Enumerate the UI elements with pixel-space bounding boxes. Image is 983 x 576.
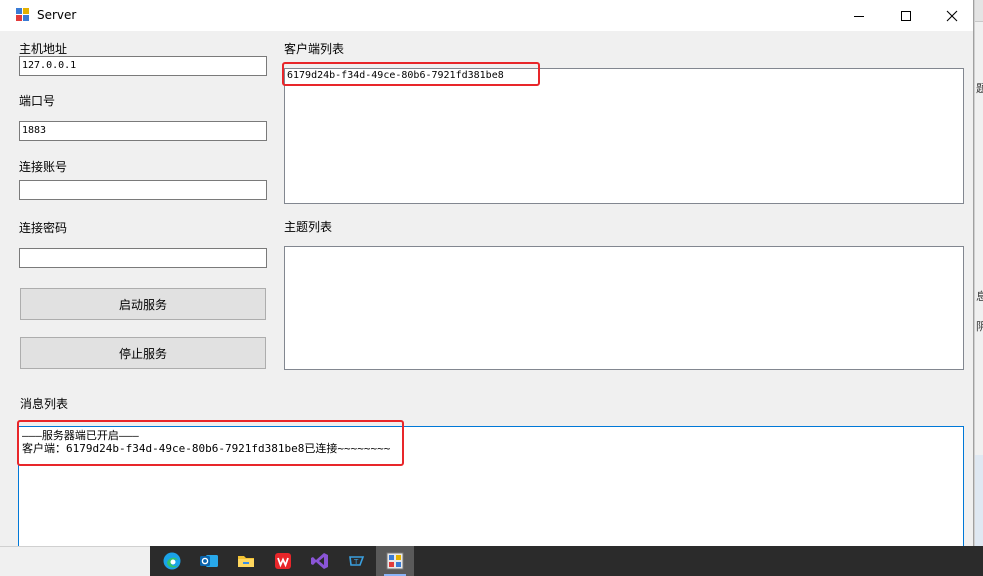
- minimize-icon: [854, 15, 864, 17]
- background-text-1: 题: [976, 82, 983, 95]
- maximize-button[interactable]: [883, 0, 929, 31]
- taskbar-outlook[interactable]: [190, 546, 228, 576]
- taskbar-visual-studio[interactable]: [301, 546, 339, 576]
- svg-text:T: T: [353, 558, 359, 566]
- server-app-icon: [386, 552, 404, 570]
- client-list-label: 客户端列表: [284, 42, 345, 56]
- file-explorer-icon: [238, 556, 254, 567]
- close-icon: [946, 10, 958, 21]
- maximize-icon: [901, 10, 911, 21]
- account-label: 连接账号: [19, 160, 68, 174]
- stop-service-button[interactable]: 停止服务: [20, 337, 266, 369]
- title-bar[interactable]: Server: [0, 0, 973, 31]
- message-highlight-box: [17, 420, 404, 466]
- taskbar-empty-area: [0, 546, 150, 576]
- taskbar-typora[interactable]: T: [338, 546, 376, 576]
- typora-icon: T: [349, 556, 365, 566]
- host-label: 主机地址: [19, 42, 68, 56]
- taskbar: T: [150, 546, 983, 576]
- taskbar-file-explorer[interactable]: [227, 546, 265, 576]
- topic-listbox[interactable]: [284, 246, 964, 370]
- minimize-button[interactable]: [836, 0, 882, 31]
- client-highlight-box: [282, 62, 540, 86]
- topic-list-label: 主题列表: [284, 220, 333, 234]
- background-window-edge: 题 息 阴: [974, 0, 983, 576]
- client-listbox[interactable]: 6179d24b-f34d-49ce-80b6-7921fd381be8: [284, 68, 964, 204]
- app-icon: [16, 8, 30, 22]
- taskbar-edge[interactable]: [153, 546, 191, 576]
- background-panel: [975, 455, 983, 555]
- close-button[interactable]: [929, 0, 973, 31]
- visual-studio-icon: [311, 553, 328, 569]
- server-window: Server 主机地址 127.0.0.1 端口号 1883 连接账号 连接密码…: [0, 0, 974, 546]
- background-text-2: 息: [976, 290, 983, 303]
- wps-icon: [275, 553, 291, 569]
- port-label: 端口号: [19, 94, 56, 108]
- start-service-button[interactable]: 启动服务: [20, 288, 266, 320]
- message-list-label: 消息列表: [20, 397, 69, 411]
- host-input[interactable]: 127.0.0.1: [19, 56, 267, 76]
- password-input[interactable]: [19, 248, 267, 268]
- account-input[interactable]: [19, 180, 267, 200]
- port-input[interactable]: 1883: [19, 121, 267, 141]
- password-label: 连接密码: [19, 221, 68, 235]
- background-text-3: 阴: [976, 320, 983, 333]
- outlook-icon: [200, 555, 218, 567]
- edge-icon: [163, 552, 181, 570]
- taskbar-wps[interactable]: [264, 546, 302, 576]
- background-window-titlebar: [975, 0, 983, 22]
- window-title: Server: [37, 8, 77, 22]
- taskbar-server-app[interactable]: [376, 546, 414, 576]
